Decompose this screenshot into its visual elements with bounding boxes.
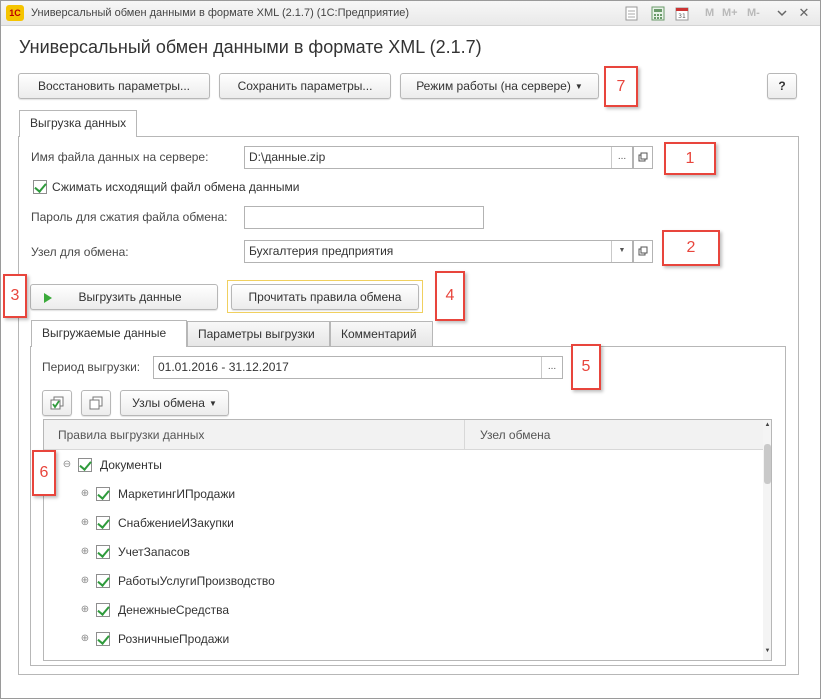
rules-table: Правила выгрузки данных Узел обмена ⊖ Док… (43, 419, 772, 661)
column-header-rules[interactable]: Правила выгрузки данных (58, 420, 204, 450)
title-bar: 1С Универсальный обмен данными в формате… (1, 1, 820, 26)
row-label: РозничныеПродажи (118, 632, 230, 646)
node-label: Узел для обмена: (31, 245, 129, 259)
annotation-7: 7 (604, 66, 638, 107)
row-label: МаркетингИПродажи (118, 487, 236, 501)
annotation-1: 1 (664, 142, 716, 175)
play-icon (44, 293, 52, 303)
period-input[interactable]: 01.01.2016 - 31.12.2017 ... (153, 356, 563, 379)
save-params-button[interactable]: Сохранить параметры... (219, 73, 391, 99)
row-checkbox[interactable] (78, 458, 92, 472)
row-checkbox[interactable] (96, 574, 110, 588)
document-icon[interactable] (625, 6, 639, 21)
table-row[interactable]: ⊕ МаркетингИПродажи (44, 480, 763, 509)
row-checkbox[interactable] (96, 632, 110, 646)
tab-export-data[interactable]: Выгрузка данных (19, 110, 138, 137)
period-label: Период выгрузки: (42, 360, 141, 374)
uncheck-all-icon (89, 396, 103, 410)
expand-icon[interactable]: ⊕ (80, 547, 90, 557)
expand-icon[interactable]: ⊕ (80, 489, 90, 499)
password-input[interactable] (244, 206, 484, 229)
expand-icon[interactable]: ⊕ (80, 634, 90, 644)
expand-icon[interactable]: ⊕ (80, 605, 90, 615)
nodes-dropdown[interactable]: Узлы обмена ▼ (120, 390, 229, 416)
row-label: УчетЗапасов (118, 545, 190, 559)
period-value: 01.01.2016 - 31.12.2017 (158, 360, 289, 374)
table-row[interactable]: ⊕ УчетЗапасов (44, 538, 763, 567)
mode-dropdown[interactable]: Режим работы (на сервере) ▼ (400, 73, 599, 99)
check-all-icon (50, 396, 64, 410)
uncheck-all-button[interactable] (81, 390, 111, 416)
table-row[interactable]: ⊕ СнабжениеИЗакупки (44, 509, 763, 538)
restore-params-button[interactable]: Восстановить параметры... (18, 73, 210, 99)
chevron-down-icon: ▼ (574, 82, 583, 91)
row-checkbox[interactable] (96, 545, 110, 559)
table-header: Правила выгрузки данных Узел обмена (44, 420, 763, 450)
annotation-6: 6 (32, 450, 56, 496)
close-icon[interactable]: ✕ (795, 4, 813, 22)
check-all-button[interactable] (42, 390, 72, 416)
memory-plus-button[interactable]: M+ (722, 7, 738, 19)
file-name-input[interactable]: D:\данные.zip ... (244, 146, 633, 169)
password-label: Пароль для сжатия файла обмена: (31, 210, 228, 224)
expand-icon[interactable]: ⊕ (80, 576, 90, 586)
node-value: Бухгалтерия предприятия (249, 244, 394, 258)
calculator-icon[interactable] (651, 6, 665, 21)
export-data-label: Выгрузить данные (78, 290, 182, 304)
tab-exported-data[interactable]: Выгружаемые данные (31, 320, 187, 347)
row-label: СнабжениеИЗакупки (118, 516, 234, 530)
app-logo: 1С (6, 5, 24, 21)
main-window: 1С Универсальный обмен данными в формате… (0, 0, 821, 699)
table-row[interactable]: ⊕ РаботыУслугиПроизводство (44, 567, 763, 596)
annotation-5: 5 (571, 344, 601, 390)
annotation-4: 4 (435, 271, 465, 321)
tab-comment[interactable]: Комментарий (330, 321, 433, 346)
page-title: Универсальный обмен данными в формате XM… (19, 37, 482, 57)
file-name-value: D:\данные.zip (249, 150, 326, 164)
compress-checkbox[interactable] (33, 180, 47, 194)
browse-button[interactable]: ... (611, 147, 632, 168)
annotation-2: 2 (662, 230, 720, 266)
annotation-3: 3 (3, 274, 27, 318)
open-file-button[interactable] (633, 146, 653, 169)
scroll-down-icon[interactable]: ▼ (763, 648, 771, 654)
chevron-down-icon: ▼ (208, 399, 217, 408)
read-rules-button[interactable]: Прочитать правила обмена (231, 284, 419, 310)
scroll-up-icon[interactable]: ▲ (763, 422, 771, 428)
compress-label: Сжимать исходящий файл обмена данными (52, 180, 300, 194)
expand-icon[interactable]: ⊕ (80, 518, 90, 528)
collapse-icon[interactable]: ⊖ (62, 460, 72, 470)
row-label: ДенежныеСредства (118, 603, 230, 617)
export-data-button[interactable]: Выгрузить данные (30, 284, 218, 310)
tab-export-params[interactable]: Параметры выгрузки (187, 321, 330, 346)
column-divider (464, 420, 465, 450)
row-checkbox[interactable] (96, 516, 110, 530)
table-row[interactable]: ⊕ ДенежныеСредства (44, 596, 763, 625)
row-label: РаботыУслугиПроизводство (118, 574, 275, 588)
memory-minus-button[interactable]: M- (747, 7, 760, 19)
menu-icon[interactable] (773, 4, 791, 22)
memory-button[interactable]: M (705, 7, 714, 19)
svg-text:31: 31 (678, 13, 686, 20)
scroll-thumb[interactable] (764, 444, 771, 484)
chevron-down-icon[interactable]: ▼ (611, 241, 632, 262)
calendar-icon[interactable]: 31 (675, 6, 689, 21)
table-row[interactable]: ⊕ РозничныеПродажи (44, 625, 763, 654)
node-select[interactable]: Бухгалтерия предприятия ▼ (244, 240, 633, 263)
row-label: Документы (100, 458, 162, 472)
file-name-label: Имя файла данных на сервере: (31, 150, 209, 164)
vertical-scrollbar[interactable]: ▲ ▼ (763, 420, 771, 660)
row-checkbox[interactable] (96, 603, 110, 617)
column-header-node[interactable]: Узел обмена (480, 420, 550, 450)
mode-dropdown-label: Режим работы (на сервере) (416, 79, 571, 93)
window-title: Универсальный обмен данными в формате XM… (31, 7, 410, 19)
nodes-dropdown-label: Узлы обмена (132, 396, 205, 410)
table-row[interactable]: ⊖ Документы (44, 451, 763, 480)
period-browse-button[interactable]: ... (541, 357, 562, 378)
open-node-button[interactable] (633, 240, 653, 263)
help-button[interactable]: ? (767, 73, 797, 99)
row-checkbox[interactable] (96, 487, 110, 501)
